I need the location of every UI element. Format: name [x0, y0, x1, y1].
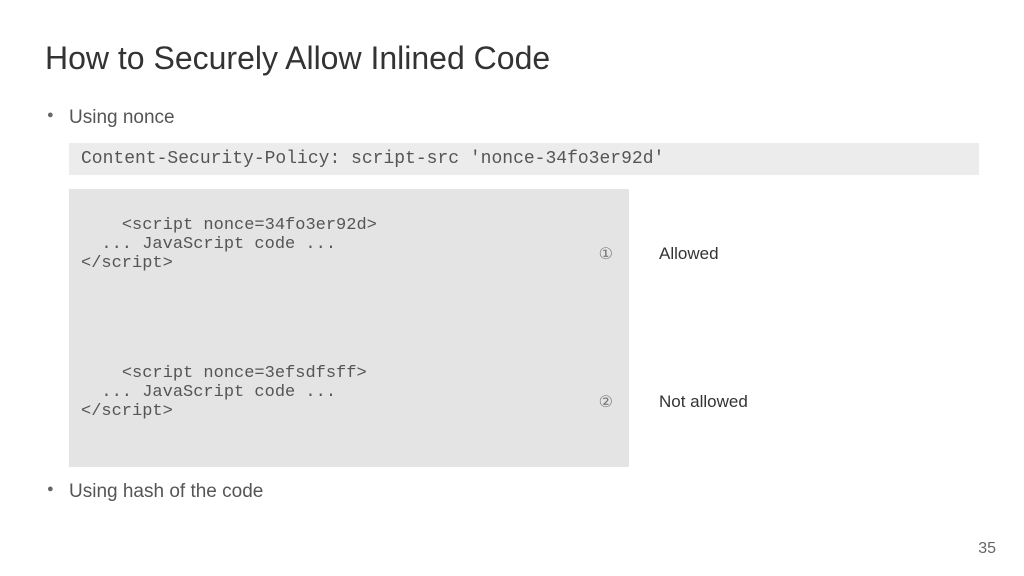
- circled-two-icon: ②: [599, 392, 613, 412]
- script-block-allowed: <script nonce=34fo3er92d> ... JavaScript…: [69, 189, 629, 319]
- code-example-row-2: <script nonce=3efsdfsff> ... JavaScript …: [69, 337, 979, 467]
- bullet-list-2: Using hash of the code: [45, 481, 979, 503]
- bullet-item-hash: Using hash of the code: [45, 481, 979, 503]
- bullet-item-nonce: Using nonce: [45, 107, 979, 129]
- script-block-not-allowed: <script nonce=3efsdfsff> ... JavaScript …: [69, 337, 629, 467]
- csp-header-code: Content-Security-Policy: script-src 'non…: [69, 143, 979, 175]
- not-allowed-label: Not allowed: [629, 337, 748, 467]
- script-code-1: <script nonce=34fo3er92d> ... JavaScript…: [81, 216, 377, 273]
- bullet-list: Using nonce: [45, 107, 979, 129]
- code-example-row-1: <script nonce=34fo3er92d> ... JavaScript…: [69, 189, 979, 319]
- page-number: 35: [978, 540, 996, 558]
- code-spacer: [69, 319, 629, 337]
- script-code-2: <script nonce=3efsdfsff> ... JavaScript …: [81, 364, 367, 421]
- circled-one-icon: ①: [599, 244, 613, 264]
- allowed-label: Allowed: [629, 189, 719, 319]
- slide-title: How to Securely Allow Inlined Code: [45, 40, 979, 77]
